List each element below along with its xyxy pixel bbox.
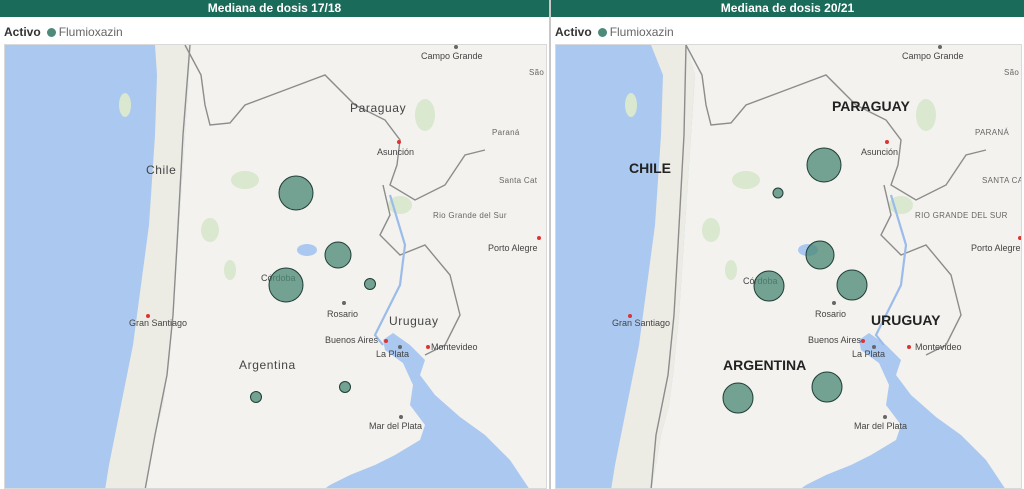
label-parana: Paraná: [492, 128, 520, 137]
label-santa-cat: SANTA CAT: [982, 176, 1022, 185]
label-chile: CHILE: [629, 160, 671, 176]
label-porto-alegre: Porto Alegre: [488, 243, 538, 253]
label-argentina: ARGENTINA: [723, 357, 806, 373]
dose-bubble[interactable]: [250, 391, 262, 403]
label-sao: São: [529, 68, 544, 77]
label-argentina: Argentina: [239, 358, 296, 372]
dose-bubble[interactable]: [753, 270, 785, 302]
label-rio-grande: Rio Grande del Sur: [433, 211, 507, 220]
label-mar-del-plata: Mar del Plata: [369, 421, 422, 431]
map-panel-2021: Mediana de dosis 20/21 Activo Flumioxazi…: [551, 0, 1024, 489]
panel-title: Mediana de dosis 20/21: [551, 0, 1024, 17]
label-gran-santiago: Gran Santiago: [612, 318, 670, 328]
dose-bubble[interactable]: [324, 241, 352, 269]
dose-bubble[interactable]: [722, 382, 754, 414]
label-chile: Chile: [146, 163, 176, 177]
label-montevideo: Montevideo: [915, 342, 962, 352]
dose-bubble[interactable]: [278, 175, 314, 211]
label-santa-cat: Santa Cat: [499, 176, 538, 185]
map-panel-1718: Mediana de dosis 17/18 Activo Flumioxazi…: [0, 0, 549, 489]
label-buenos-aires: Buenos Aires: [325, 335, 379, 345]
label-campo-grande: Campo Grande: [902, 51, 964, 61]
legend: Activo Flumioxazin: [555, 24, 674, 40]
map-canvas[interactable]: Campo Grande São PARAGUAY PARANÁ Asunció…: [556, 45, 1022, 489]
dose-bubble[interactable]: [811, 371, 843, 403]
label-buenos-aires: Buenos Aires: [808, 335, 862, 345]
dose-bubble[interactable]: [268, 267, 304, 303]
label-uruguay: Uruguay: [389, 314, 439, 328]
label-rosario: Rosario: [815, 309, 846, 319]
label-uruguay: URUGUAY: [871, 312, 941, 328]
label-rosario: Rosario: [327, 309, 358, 319]
label-mar-del-plata: Mar del Plata: [854, 421, 907, 431]
legend-title: Activo: [555, 25, 592, 39]
label-la-plata: La Plata: [852, 349, 885, 359]
label-campo-grande: Campo Grande: [421, 51, 483, 61]
land: [145, 45, 546, 488]
map-view[interactable]: Campo Grande São PARAGUAY PARANÁ Asunció…: [555, 44, 1022, 489]
label-porto-alegre: Porto Alegre: [971, 243, 1021, 253]
dose-bubble[interactable]: [836, 269, 868, 301]
dose-bubble[interactable]: [339, 381, 351, 393]
label-asuncion: Asunción: [377, 147, 414, 157]
label-montevideo: Montevideo: [431, 342, 478, 352]
label-paraguay: Paraguay: [350, 101, 406, 115]
legend-dot-icon: [597, 27, 607, 37]
dose-bubble[interactable]: [364, 278, 376, 290]
label-sao: São: [1004, 68, 1019, 77]
label-paraguay: PARAGUAY: [832, 98, 910, 114]
dose-bubble[interactable]: [805, 240, 835, 270]
label-parana: PARANÁ: [975, 128, 1009, 137]
label-la-plata: La Plata: [376, 349, 409, 359]
legend-dot-icon: [46, 27, 56, 37]
lake: [297, 244, 317, 256]
map-view[interactable]: Campo Grande São Paraguay Paraná Asunció…: [4, 44, 547, 489]
label-gran-santiago: Gran Santiago: [129, 318, 187, 328]
map-canvas[interactable]: Campo Grande São Paraguay Paraná Asunció…: [5, 45, 547, 489]
dose-bubble[interactable]: [806, 147, 842, 183]
legend: Activo Flumioxazin: [4, 24, 123, 40]
legend-item[interactable]: Flumioxazin: [610, 25, 674, 39]
label-asuncion: Asunción: [861, 147, 898, 157]
dose-bubble[interactable]: [772, 187, 784, 199]
legend-title: Activo: [4, 25, 41, 39]
label-rio-grande: RIO GRANDE DEL SUR: [915, 211, 1008, 220]
legend-item[interactable]: Flumioxazin: [59, 25, 123, 39]
panel-title: Mediana de dosis 17/18: [0, 0, 549, 17]
